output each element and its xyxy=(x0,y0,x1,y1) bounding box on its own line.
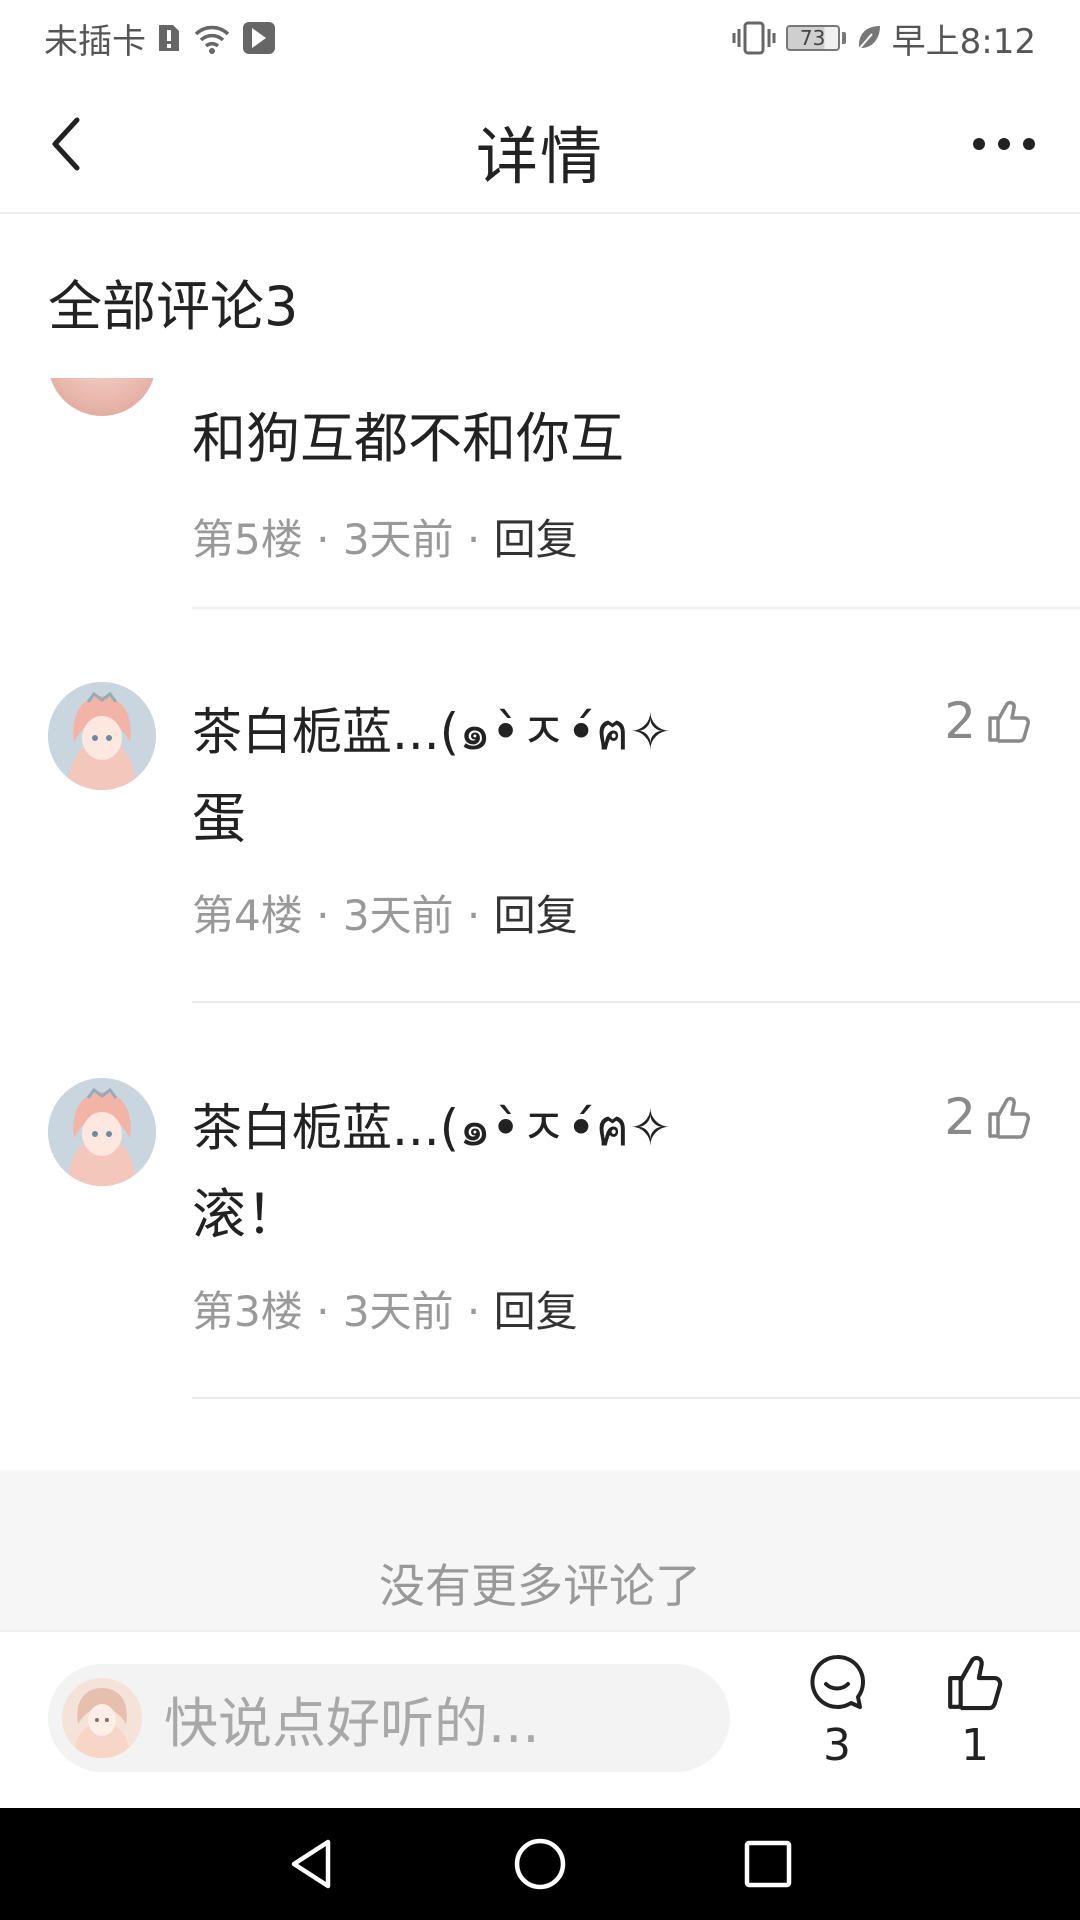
avatar[interactable] xyxy=(48,682,156,790)
wifi-icon xyxy=(192,22,232,54)
no-more-comments-text: 没有更多评论了 xyxy=(379,1559,701,1613)
comment-input-placeholder: 快说点好听的... xyxy=(164,1691,540,1755)
user-avatar xyxy=(62,1678,142,1758)
system-navigation-bar xyxy=(0,1808,1080,1920)
comment-time: 3天前 xyxy=(342,891,454,940)
meta-separator: · xyxy=(466,1287,481,1336)
sim-alert-icon xyxy=(156,22,182,54)
reply-button[interactable]: 回复 xyxy=(494,1287,578,1336)
carrier-label: 未插卡 xyxy=(44,21,146,62)
comment-meta: 第4楼 · 3天前 · 回复 xyxy=(192,882,578,943)
battery-level: 73 xyxy=(785,25,840,51)
meta-separator: · xyxy=(316,891,330,940)
comments-list[interactable]: 和狗互都不和你互 第5楼 · 3天前 · 回复 茶白栀蓝...(๑•̀ㅈ•́ฅ✧… xyxy=(0,378,1080,1470)
comment-bubble-icon xyxy=(810,1654,866,1709)
more-dots-icon xyxy=(973,138,1035,150)
like-count: 2 xyxy=(944,1088,976,1146)
comment-time: 3天前 xyxy=(342,515,454,564)
like-count: 2 xyxy=(944,692,976,750)
nav-home-button[interactable] xyxy=(510,1834,570,1894)
comment-input[interactable]: 快说点好听的... xyxy=(48,1664,730,1772)
status-right: 73 早上8:12 xyxy=(732,14,1036,63)
avatar[interactable] xyxy=(48,1078,156,1186)
comment-meta: 第5楼 · 3天前 · 回复 xyxy=(192,506,578,567)
bottom-action-bar: 快说点好听的... 3 1 xyxy=(0,1630,1080,1808)
status-left: 未插卡 xyxy=(44,14,276,63)
nav-back-button[interactable] xyxy=(282,1834,342,1894)
nav-recent-button[interactable] xyxy=(738,1834,798,1894)
comments-section-title: 全部评论3 xyxy=(48,275,299,338)
reply-button[interactable]: 回复 xyxy=(494,515,578,564)
status-bar: 未插卡 73 早上8:12 xyxy=(0,0,1080,76)
more-options-button[interactable] xyxy=(964,116,1044,172)
comment-meta: 第3楼 · 3天前 · 回复 xyxy=(192,1278,578,1339)
thumbs-up-icon xyxy=(988,1096,1030,1139)
comment-text: 滚！ xyxy=(192,1183,300,1246)
comment-text: 和狗互都不和你互 xyxy=(192,407,624,470)
circle-home-icon xyxy=(514,1838,566,1890)
comment-floor: 第5楼 xyxy=(192,515,303,564)
battery-indicator: 73 xyxy=(785,25,846,51)
comment-username[interactable]: 茶白栀蓝...(๑•̀ㅈ•́ฅ✧ xyxy=(192,692,671,772)
comment-floor: 第3楼 xyxy=(192,1287,303,1336)
like-button[interactable]: 2 xyxy=(944,1088,1032,1146)
triangle-back-icon xyxy=(291,1839,331,1889)
square-recent-icon xyxy=(744,1840,792,1888)
meta-separator: · xyxy=(316,1287,330,1336)
battery-tip xyxy=(841,32,846,44)
like-button[interactable]: 2 xyxy=(944,692,1032,750)
page-title: 详情 xyxy=(475,120,604,193)
comment-divider xyxy=(192,607,1080,609)
thumbs-up-icon xyxy=(988,700,1030,743)
reply-button[interactable]: 回复 xyxy=(494,891,578,940)
comments-count-button[interactable]: 3 xyxy=(782,1652,892,1771)
avatar[interactable] xyxy=(48,378,156,416)
meta-separator: · xyxy=(316,515,330,564)
meta-separator: · xyxy=(466,891,481,940)
leaf-icon xyxy=(856,24,882,52)
comment-username[interactable]: 茶白栀蓝...(๑•̀ㅈ•́ฅ✧ xyxy=(192,1088,671,1168)
comment-divider xyxy=(192,1001,1080,1003)
title-bar: 详情 xyxy=(0,76,1080,214)
thumbs-up-icon xyxy=(948,1655,1003,1711)
vibrate-icon xyxy=(732,21,776,55)
meta-separator: · xyxy=(466,515,481,564)
comment-floor: 第4楼 xyxy=(192,891,303,940)
no-more-comments-footer: 没有更多评论了 xyxy=(0,1470,1080,1630)
post-like-button[interactable]: 1 xyxy=(920,1652,1030,1771)
comment-time: 3天前 xyxy=(342,1287,454,1336)
comment-divider xyxy=(192,1397,1080,1399)
comment-text: 蛋 xyxy=(192,787,246,850)
app-notification-icon xyxy=(242,21,276,55)
comment-count: 3 xyxy=(823,1720,851,1771)
status-time: 早上8:12 xyxy=(891,21,1036,62)
like-count: 1 xyxy=(961,1720,989,1771)
